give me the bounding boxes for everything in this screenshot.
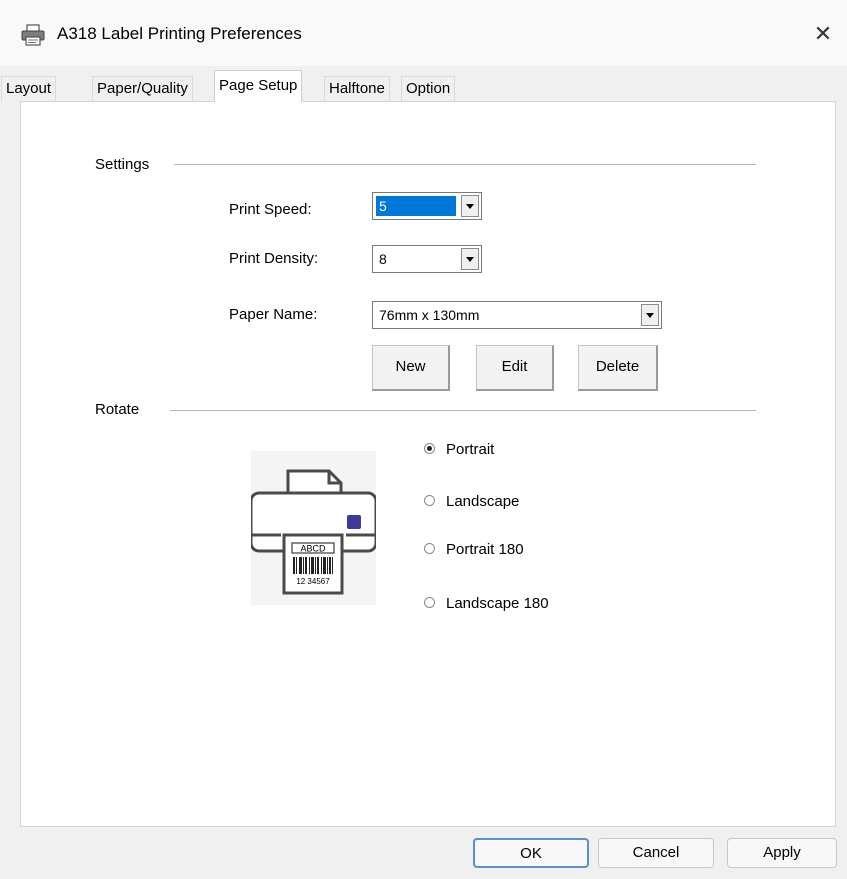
- printer-icon: [21, 24, 45, 46]
- delete-paper-button[interactable]: Delete: [578, 345, 658, 391]
- print-speed-value: 5: [376, 196, 456, 216]
- settings-group-label: Settings: [95, 156, 150, 173]
- radio-landscape-180-label: Landscape 180: [446, 595, 549, 612]
- label-text-bottom: 12 34567: [296, 577, 330, 586]
- close-button[interactable]: ✕: [799, 12, 847, 56]
- rotate-divider: [170, 410, 756, 411]
- printer-illustration: ABCD 12 34567: [249, 469, 378, 595]
- radio-indicator[interactable]: [424, 443, 435, 454]
- print-speed-select[interactable]: 5: [372, 192, 482, 220]
- orientation-preview: ABCD 12 34567: [249, 451, 378, 605]
- close-icon: ✕: [813, 21, 833, 46]
- edit-paper-button[interactable]: Edit: [476, 345, 554, 391]
- paper-name-label: Paper Name:: [229, 306, 318, 323]
- radio-portrait-label: Portrait: [446, 441, 495, 458]
- tab-halftone[interactable]: Halftone: [324, 76, 390, 101]
- new-paper-button[interactable]: New: [372, 345, 450, 391]
- chevron-down-icon[interactable]: [461, 248, 479, 270]
- tab-bar: Layout Paper/Quality Page Setup Halftone…: [0, 66, 847, 102]
- cancel-button[interactable]: Cancel: [598, 838, 714, 868]
- radio-indicator[interactable]: [424, 495, 435, 506]
- label-text-top: ABCD: [300, 544, 326, 554]
- radio-indicator[interactable]: [424, 543, 435, 554]
- tab-layout[interactable]: Layout: [1, 76, 57, 101]
- chevron-down-icon[interactable]: [641, 304, 659, 326]
- tab-option[interactable]: Option: [401, 76, 456, 101]
- print-density-label: Print Density:: [229, 250, 319, 267]
- apply-button[interactable]: Apply: [727, 838, 837, 868]
- chevron-down-icon[interactable]: [461, 195, 479, 217]
- print-density-select[interactable]: 8: [372, 245, 482, 273]
- print-speed-label: Print Speed:: [229, 201, 312, 218]
- ok-button[interactable]: OK: [473, 838, 589, 868]
- radio-indicator[interactable]: [424, 597, 435, 608]
- rotate-group-label: Rotate: [95, 401, 140, 418]
- paper-name-value: 76mm x 130mm: [379, 307, 480, 323]
- tab-page-setup[interactable]: Page Setup: [214, 70, 303, 102]
- window-title: A318 Label Printing Preferences: [57, 24, 302, 43]
- title-bar: A318 Label Printing Preferences ✕: [0, 0, 847, 66]
- settings-divider: [174, 164, 756, 165]
- print-density-value: 8: [379, 251, 387, 267]
- radio-landscape-label: Landscape: [446, 493, 520, 510]
- radio-portrait-180-label: Portrait 180: [446, 541, 524, 558]
- paper-name-select[interactable]: 76mm x 130mm: [372, 301, 662, 329]
- tab-paper-quality[interactable]: Paper/Quality: [92, 76, 193, 101]
